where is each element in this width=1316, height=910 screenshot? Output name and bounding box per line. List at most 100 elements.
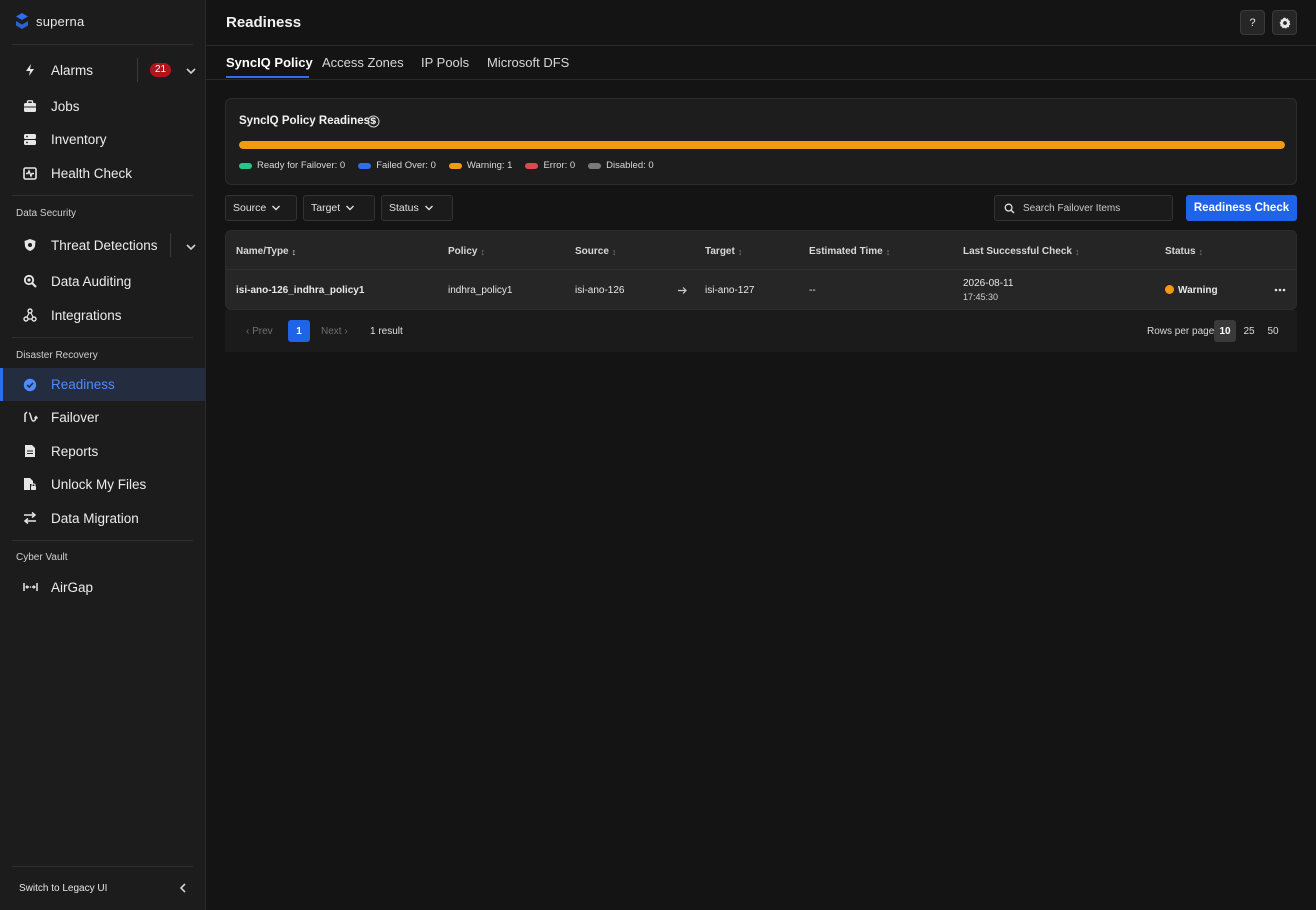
chevron-down-icon[interactable] xyxy=(185,65,197,77)
chevron-down-icon[interactable] xyxy=(185,241,197,253)
info-icon[interactable] xyxy=(367,115,380,128)
chevron-down-icon xyxy=(424,205,433,211)
column-label: Source xyxy=(575,246,609,257)
settings-button[interactable] xyxy=(1272,10,1297,35)
cell-name: isi-ano-126_indhra_policy1 xyxy=(236,285,365,296)
column-header-source[interactable]: Source ↕ xyxy=(575,246,616,257)
rows-per-page-label: Rows per page xyxy=(1147,326,1215,337)
pagination: ‹ Prev 1 Next › 1 result Rows per page 1… xyxy=(225,310,1297,352)
column-label: Policy xyxy=(448,246,478,257)
legend-label: Failed Over: 0 xyxy=(376,160,436,171)
cell-policy: indhra_policy1 xyxy=(448,285,513,296)
divider xyxy=(12,195,193,196)
sidebar-item-failover[interactable]: Failover xyxy=(0,401,205,433)
rows-per-page-50[interactable]: 50 xyxy=(1262,320,1284,342)
column-header-target[interactable]: Target ↕ xyxy=(705,246,742,257)
tab-bar: SyncIQ Policy Access Zones IP Pools Micr… xyxy=(206,46,1316,80)
file-lock-icon xyxy=(22,476,38,492)
next-page-button[interactable]: Next › xyxy=(321,326,348,337)
sidebar-item-data-auditing[interactable]: Data Auditing xyxy=(0,265,205,297)
legend-disabled: Disabled: 0 xyxy=(588,160,654,171)
warning-segment xyxy=(239,141,1285,149)
sidebar-item-alarms[interactable]: Alarms xyxy=(0,54,205,86)
brand-logo[interactable]: superna xyxy=(14,12,84,30)
divider xyxy=(12,866,193,867)
sidebar-item-label: AirGap xyxy=(51,579,94,595)
divider xyxy=(12,337,193,338)
source-filter-dropdown[interactable]: Source xyxy=(225,195,297,221)
section-label-disaster-recovery: Disaster Recovery xyxy=(16,350,98,361)
legend-swatch xyxy=(525,162,539,169)
section-label-data-security: Data Security xyxy=(16,208,77,219)
cell-estimated-time: -- xyxy=(809,285,816,296)
result-count: 1 result xyxy=(370,326,403,337)
sidebar-item-health-check[interactable]: Health Check xyxy=(0,157,205,189)
table-header: Name/Type ↕ Policy ↕ Source ↕ Target ↕ Estim… xyxy=(226,231,1296,270)
airgap-icon xyxy=(22,579,38,595)
swap-arrows-icon xyxy=(22,510,38,526)
column-header-status[interactable]: Status ↕ xyxy=(1165,246,1203,257)
search-icon xyxy=(1004,203,1015,213)
sidebar-item-airgap[interactable]: AirGap xyxy=(0,571,205,603)
column-header-policy[interactable]: Policy ↕ xyxy=(448,246,485,257)
sort-icon: ↕ xyxy=(611,246,617,257)
failover-icon xyxy=(22,409,38,425)
status-filter-dropdown[interactable]: Status xyxy=(381,195,453,221)
readiness-legend: Ready for Failover: 0 Failed Over: 0 War… xyxy=(239,160,654,171)
next-label: Next xyxy=(321,326,342,337)
switch-to-legacy-ui-link[interactable]: Switch to Legacy UI xyxy=(19,883,107,894)
column-header-estimated-time[interactable]: Estimated Time ↕ xyxy=(809,246,890,257)
document-icon xyxy=(22,443,38,459)
sidebar-item-reports[interactable]: Reports xyxy=(0,435,205,467)
prev-page-button[interactable]: ‹ Prev xyxy=(246,326,273,337)
sidebar-item-label: Threat Detections xyxy=(51,237,158,253)
sidebar-item-unlock-my-files[interactable]: Unlock My Files xyxy=(0,468,205,500)
sidebar-item-jobs[interactable]: Jobs xyxy=(0,90,205,122)
readiness-check-button[interactable]: Readiness Check xyxy=(1186,195,1297,221)
arrow-right-icon xyxy=(678,287,687,294)
sort-icon: ↕ xyxy=(480,246,485,257)
failover-items-table: Name/Type ↕ Policy ↕ Source ↕ Target ↕ Estim… xyxy=(225,230,1297,310)
tab-ip-pools[interactable]: IP Pools xyxy=(421,55,469,70)
legend-error: Error: 0 xyxy=(525,160,575,171)
brand-name: superna xyxy=(36,13,85,29)
tab-synciq-policy[interactable]: SyncIQ Policy xyxy=(226,55,313,70)
more-options-icon[interactable] xyxy=(1274,288,1286,292)
help-icon: ? xyxy=(1249,16,1256,29)
sidebar-item-readiness[interactable]: Readiness xyxy=(0,368,205,401)
heart-monitor-icon xyxy=(22,165,38,181)
warning-status-icon xyxy=(1165,284,1174,294)
collapse-sidebar-icon[interactable] xyxy=(177,882,189,894)
rows-per-page-10[interactable]: 10 xyxy=(1214,320,1236,342)
sidebar-item-inventory[interactable]: Inventory xyxy=(0,123,205,155)
legend-label: Warning: 1 xyxy=(466,160,513,171)
legend-swatch xyxy=(448,162,462,169)
cell-status: Warning xyxy=(1165,284,1218,296)
cell-source: isi-ano-126 xyxy=(575,285,625,296)
search-input[interactable] xyxy=(1023,202,1163,214)
server-icon xyxy=(22,131,38,147)
column-header-name-type[interactable]: Name/Type ↕ xyxy=(236,246,296,257)
help-button[interactable]: ? xyxy=(1240,10,1265,35)
table-row[interactable]: isi-ano-126_indhra_policy1 indhra_policy… xyxy=(226,270,1296,309)
column-header-last-successful-check[interactable]: Last Successful Check ↕ xyxy=(963,246,1079,257)
page-1-button[interactable]: 1 xyxy=(288,320,310,342)
chevron-down-icon xyxy=(346,205,355,211)
sidebar-item-data-migration[interactable]: Data Migration xyxy=(0,502,205,534)
tab-microsoft-dfs[interactable]: Microsoft DFS xyxy=(487,55,569,70)
tab-access-zones[interactable]: Access Zones xyxy=(322,55,404,70)
cell-target: isi-ano-127 xyxy=(705,285,755,296)
sidebar-item-label: Health Check xyxy=(51,165,133,181)
briefcase-icon xyxy=(22,98,38,114)
sidebar-item-label: Failover xyxy=(51,409,100,425)
legend-swatch xyxy=(239,162,252,169)
rows-per-page-25[interactable]: 25 xyxy=(1238,320,1260,342)
column-label: Last Successful Check xyxy=(963,246,1072,257)
sidebar-item-integrations[interactable]: Integrations xyxy=(0,299,205,331)
sidebar-item-threat-detections[interactable]: Threat Detections xyxy=(0,229,205,261)
sort-icon: ↕ xyxy=(1074,246,1080,257)
target-filter-dropdown[interactable]: Target xyxy=(303,195,375,221)
legend-label: Disabled: 0 xyxy=(606,160,654,171)
readiness-summary-card: SyncIQ Policy Readiness Ready for Failov… xyxy=(225,98,1297,185)
sidebar: superna Alarms 21 Jobs Inventory Health … xyxy=(0,0,206,910)
